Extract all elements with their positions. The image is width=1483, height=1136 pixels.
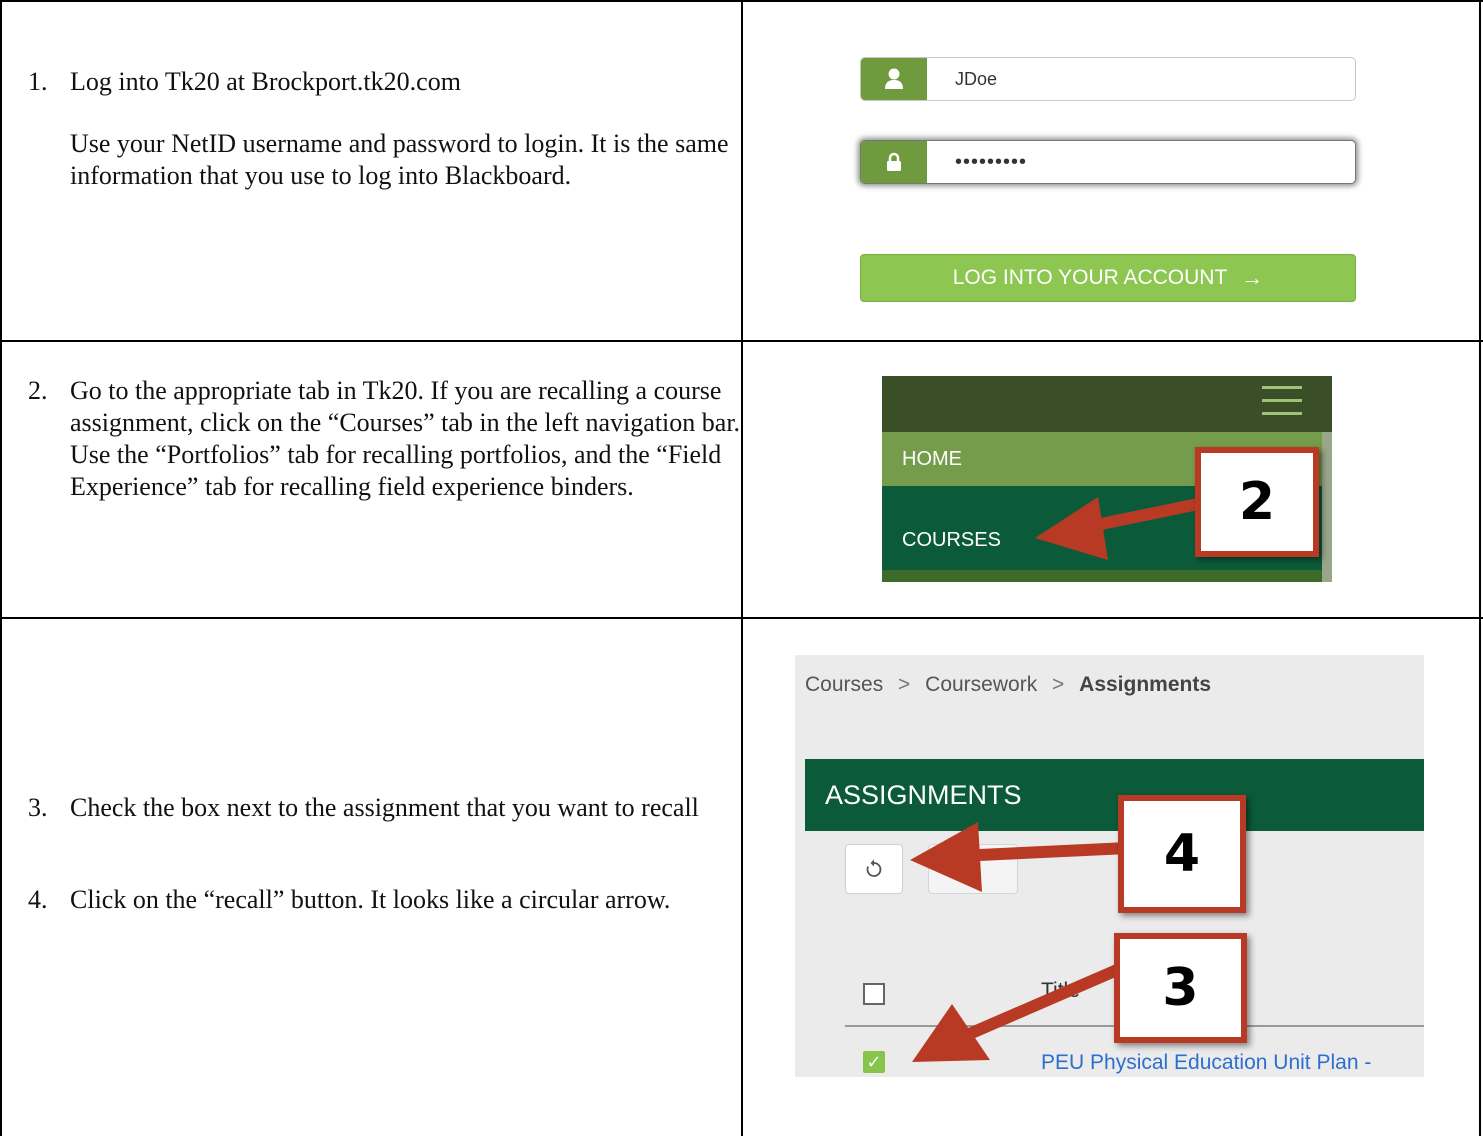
login-button[interactable]: LOG INTO YOUR ACCOUNT →	[860, 254, 1356, 302]
assignments-header: ASSIGNMENTS	[805, 759, 1424, 831]
arrow-right-icon: →	[1241, 265, 1264, 290]
step-3: 3. Check the box next to the assignment …	[28, 792, 728, 824]
step-4: 4. Click on the “recall” button. It look…	[28, 884, 728, 916]
table-column-divider	[741, 0, 743, 1136]
assignment-title-link[interactable]: PEU Physical Education Unit Plan -	[1041, 1051, 1371, 1075]
step-2: 2. Go to the appropriate tab in Tk20. If…	[28, 375, 740, 503]
table-border-right	[1479, 0, 1481, 1136]
step-4-text: Click on the “recall” button. It looks l…	[70, 885, 671, 914]
step-3-number: 3.	[28, 793, 48, 822]
step-4-number: 4.	[28, 885, 48, 914]
recall-icon	[866, 859, 882, 877]
step-2-text: Go to the appropriate tab in Tk20. If yo…	[70, 376, 741, 501]
callout-4: 4	[1118, 795, 1246, 913]
title-column-header[interactable]: Title	[1041, 979, 1080, 1003]
breadcrumb-assignments: Assignments	[1079, 673, 1212, 696]
login-button-label: LOG INTO YOUR ACCOUNT	[952, 266, 1228, 289]
assignments-screenshot: Courses > Coursework > Assignments ASSIG…	[795, 655, 1424, 1077]
nav-bottom-strip	[882, 570, 1332, 582]
nav-item-courses-label: COURSES	[902, 529, 1001, 551]
breadcrumb-separator: >	[1052, 673, 1065, 696]
breadcrumb-courses[interactable]: Courses	[805, 673, 883, 696]
username-value: JDoe	[955, 68, 998, 89]
recall-button[interactable]	[845, 844, 903, 894]
breadcrumb-coursework[interactable]: Coursework	[925, 673, 1037, 696]
step-1-detail: Use your NetID username and password to …	[70, 129, 729, 190]
table-border-left	[0, 0, 2, 1136]
callout-2: 2	[1195, 447, 1319, 557]
breadcrumb-separator: >	[898, 673, 911, 696]
step-1-text: Log into Tk20 at Brockport.tk20.com	[70, 67, 461, 96]
toolbar-button[interactable]	[928, 844, 1018, 894]
username-field[interactable]: JDoe	[860, 57, 1356, 101]
user-icon	[861, 58, 927, 100]
nav-scroll-edge	[1322, 432, 1332, 582]
check-icon: ✓	[866, 1051, 882, 1073]
select-all-checkbox[interactable]	[863, 983, 885, 1005]
nav-topbar	[882, 376, 1332, 432]
row-checkbox-checked[interactable]: ✓	[863, 1051, 885, 1073]
password-value: •••••••••	[955, 150, 1028, 173]
callout-3: 3	[1114, 933, 1247, 1043]
step-1-number: 1.	[28, 67, 48, 96]
breadcrumb: Courses > Coursework > Assignments	[805, 673, 1211, 697]
step-3-text: Check the box next to the assignment tha…	[70, 793, 699, 822]
step-2-number: 2.	[28, 376, 48, 405]
step-1: 1. Log into Tk20 at Brockport.tk20.com U…	[28, 66, 729, 192]
lock-icon	[861, 141, 927, 183]
hamburger-icon[interactable]	[1262, 386, 1302, 425]
password-field[interactable]: •••••••••	[860, 140, 1356, 184]
